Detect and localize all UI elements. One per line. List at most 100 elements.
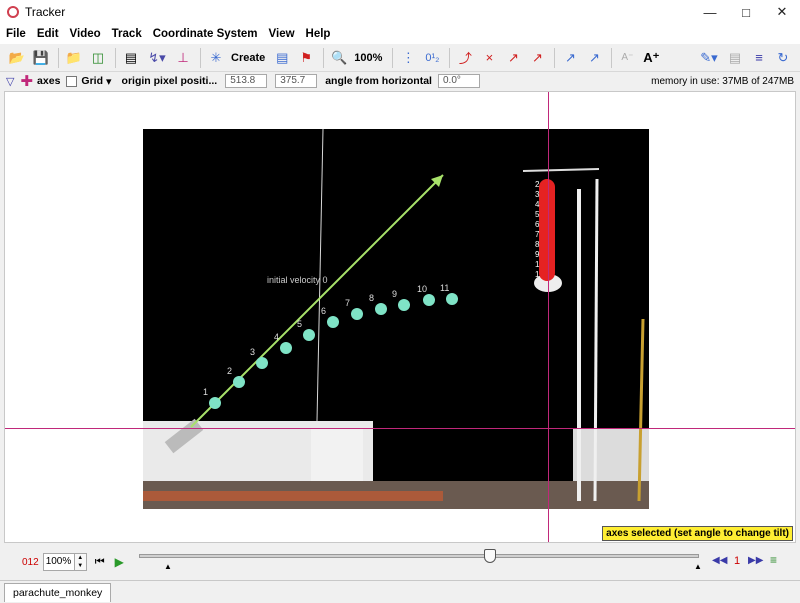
play-icon[interactable]: ▶ [115, 555, 124, 569]
ycomponents-icon[interactable]: ↗ [583, 47, 605, 69]
green-track-point[interactable] [398, 299, 410, 311]
create-track-icon[interactable]: ✳ [205, 47, 227, 69]
title-bar: Tracker — □ ✕ [0, 0, 800, 24]
green-track-label: 11 [440, 283, 449, 293]
menu-view[interactable]: View [269, 28, 295, 40]
refresh-icon[interactable]: ↻ [772, 47, 794, 69]
pencil-icon[interactable]: ✎▾ [696, 47, 722, 69]
menu-track[interactable]: Track [112, 28, 142, 40]
zoom-icon[interactable]: 🔍 [328, 47, 350, 69]
coordinate-axes-menu-icon[interactable]: ↯▾ [144, 47, 170, 69]
red-track-column[interactable] [539, 179, 555, 281]
tab-parachute-monkey[interactable]: parachute_monkey [4, 583, 112, 602]
maximize-button[interactable]: □ [728, 0, 764, 24]
menu-video[interactable]: Video [70, 28, 101, 40]
origin-y-field[interactable]: 375.7 [275, 74, 318, 88]
menu-file[interactable]: File [6, 28, 26, 40]
rate-spinner[interactable]: ▲ ▼ [74, 553, 87, 571]
green-track-label: 9 [392, 289, 397, 299]
notes-icon[interactable]: ▤ [724, 47, 746, 69]
green-track-point[interactable] [209, 397, 221, 409]
chevron-down-icon[interactable]: ▽ [6, 75, 14, 88]
axes-toggle-icon[interactable]: ⊥ [172, 47, 194, 69]
red-track-label: 1 [535, 260, 540, 269]
export-icon[interactable]: ◫ [87, 47, 109, 69]
step-forward-icon[interactable]: ▶▶ [748, 555, 763, 566]
step-back-icon[interactable]: ◀◀ [712, 555, 727, 566]
slider-thumb[interactable] [483, 549, 496, 563]
green-track-point[interactable] [280, 342, 292, 354]
red-track-label: 1 [535, 270, 540, 279]
green-track-point[interactable] [375, 303, 387, 315]
green-track-point[interactable] [423, 294, 435, 306]
memory-readout[interactable]: memory in use: 37MB of 247MB [651, 76, 794, 87]
tab-bar: parachute_monkey [0, 580, 800, 603]
axes-icon: ✚ [20, 73, 34, 90]
frame-number[interactable]: 012 [22, 557, 39, 568]
green-track[interactable]: 1 2 3 4 5 6 7 8 9 10 11 [203, 283, 458, 409]
labels-icon[interactable]: 0¹₂ [421, 47, 443, 69]
main-toolbar: 📂 💾 📁 ◫ ▤ ↯▾ ⊥ ✳ Create ▤ ⚑ 🔍 100% ⋮ 0¹₂… [0, 44, 800, 72]
y-axis-line[interactable] [548, 92, 549, 542]
toolbar-divider [449, 47, 451, 68]
toolbar-divider [392, 47, 394, 68]
tower-right-post [593, 178, 599, 502]
tape-measure-icon[interactable]: ▤ [271, 47, 293, 69]
initial-velocity-label: initial velocity 0 [267, 275, 328, 285]
menu-coordinate-system[interactable]: Coordinate System [153, 28, 258, 40]
green-track-label: 1 [203, 387, 208, 397]
spinner-up-icon[interactable]: ▲ [77, 555, 83, 561]
xcomponents-icon[interactable]: ↗ [559, 47, 581, 69]
red-track-label: 2 [535, 180, 540, 189]
marker-icon[interactable]: ⚑ [295, 47, 317, 69]
x-axis-line[interactable] [5, 428, 795, 429]
green-track-point[interactable] [446, 293, 458, 305]
grid-dropdown-icon[interactable]: ▾ [106, 75, 112, 88]
green-track-label: 6 [321, 306, 326, 316]
open-video-icon[interactable]: 📁 [63, 47, 85, 69]
minimize-button[interactable]: — [692, 0, 728, 24]
origin-x-field[interactable]: 513.8 [225, 74, 268, 88]
player-bar: 012 100% ▲ ▼ ⏮ ▶ ▲ ▲ ◀◀ 1 ▶▶ ≡ [0, 544, 800, 580]
acceleration-icon[interactable]: ↗ [526, 47, 548, 69]
floor-highlight [143, 491, 443, 501]
open-folder-icon[interactable]: 📂 [6, 47, 28, 69]
red-track-label: 7 [535, 230, 540, 239]
path-icon[interactable]: ⤴ [454, 47, 476, 69]
zoom-level[interactable]: 100% [354, 52, 382, 64]
velocity-icon[interactable]: ↗ [502, 47, 524, 69]
green-track-point[interactable] [351, 308, 363, 320]
green-track-point[interactable] [303, 329, 315, 341]
font-smaller-icon[interactable]: A⁻ [616, 47, 638, 69]
menu-help[interactable]: Help [306, 28, 331, 40]
start-marker-icon[interactable]: ▲ [164, 562, 172, 571]
create-button[interactable]: Create [231, 52, 265, 64]
font-larger-icon[interactable]: A⁺ [640, 47, 662, 69]
data-table-icon[interactable]: ≡ [748, 47, 770, 69]
trails-icon[interactable]: ⋮ [397, 47, 419, 69]
green-track-label: 8 [369, 293, 374, 303]
frame-slider[interactable] [139, 549, 699, 563]
green-track-point[interactable] [327, 316, 339, 328]
video-scene: initial velocity 0 2345678911 1234567 8 9 1… [143, 129, 649, 509]
grid-checkbox[interactable] [66, 75, 78, 87]
toolbar-divider [58, 47, 59, 68]
player-settings-icon[interactable]: ≡ [770, 553, 777, 567]
positions-icon[interactable]: × [478, 47, 500, 69]
end-marker-icon[interactable]: ▲ [694, 562, 702, 571]
angle-field[interactable]: 0.0° [437, 74, 480, 88]
green-track-point[interactable] [256, 357, 268, 369]
spinner-down-icon[interactable]: ▼ [77, 563, 83, 569]
reset-icon[interactable]: ⏮ [95, 556, 105, 569]
menu-edit[interactable]: Edit [37, 28, 59, 40]
close-button[interactable]: ✕ [764, 0, 800, 24]
step-size[interactable]: 1 [734, 555, 740, 567]
clip-settings-icon[interactable]: ▤ [120, 47, 142, 69]
video-frame[interactable]: initial velocity 0 2345678911 1234567891… [143, 129, 649, 509]
save-icon[interactable]: 💾 [30, 47, 52, 69]
red-track-label: 9 [535, 250, 540, 259]
playback-rate-field[interactable]: 100% [42, 553, 75, 571]
green-track-point[interactable] [233, 376, 245, 388]
video-panel[interactable]: initial velocity 0 2345678911 1234567891… [4, 91, 796, 543]
axes-label[interactable]: axes [37, 75, 60, 87]
